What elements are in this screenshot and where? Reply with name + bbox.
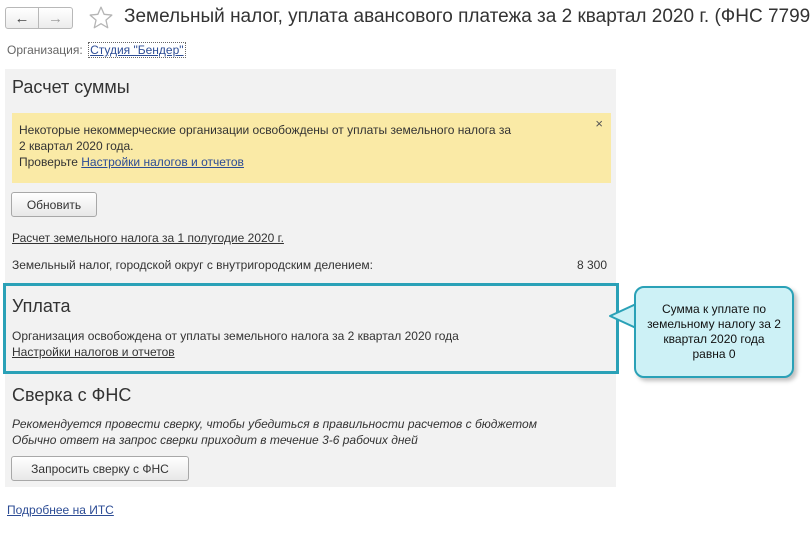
page-title: Земельный налог, уплата авансового плате… [124, 6, 810, 27]
reconciliation-note-2: Обычно ответ на запрос сверки приходит в… [12, 433, 418, 447]
arrow-left-icon: ← [14, 9, 30, 27]
close-icon[interactable]: × [595, 116, 603, 132]
callout-note: Сумма к уплате по земельному налогу за 2… [634, 286, 794, 378]
organization-label: Организация: [7, 43, 83, 57]
warning-line-3: Проверьте Настройки налогов и отчетов [19, 154, 604, 170]
its-more-link[interactable]: Подробнее на ИТС [7, 503, 114, 517]
calc-section-title: Расчет суммы [12, 77, 130, 97]
organization-row: Организация: Студия "Бендер" [7, 42, 186, 58]
calc-report-link[interactable]: Расчет земельного налога за 1 полугодие … [12, 231, 284, 245]
payment-highlight-frame [3, 283, 619, 374]
refresh-button[interactable]: Обновить [11, 192, 97, 217]
organization-link[interactable]: Студия "Бендер" [88, 42, 186, 58]
tax-value: 8 300 [577, 258, 608, 272]
callout-text: Сумма к уплате по земельному налогу за 2… [647, 302, 781, 361]
main-panel: Расчет суммы Некоторые некоммерческие ор… [5, 69, 616, 487]
warning-check-text: Проверьте [19, 155, 78, 169]
warning-line-2: 2 квартал 2020 года. [19, 139, 134, 153]
warning-line-1: Некоторые некоммерческие организации осв… [19, 123, 512, 137]
arrow-right-icon: → [48, 9, 63, 27]
warning-box: Некоторые некоммерческие организации осв… [12, 113, 611, 183]
request-reconciliation-button[interactable]: Запросить сверку с ФНС [11, 456, 189, 481]
navigation-buttons: ← → [5, 7, 73, 29]
reconciliation-section-title: Сверка с ФНС [12, 385, 132, 405]
star-outline-icon[interactable] [88, 5, 114, 36]
tax-label: Земельный налог, городской округ с внутр… [12, 258, 373, 272]
back-button[interactable]: ← [5, 7, 39, 29]
warning-settings-link[interactable]: Настройки налогов и отчетов [81, 155, 244, 169]
reconciliation-note-1: Рекомендуется провести сверку, чтобы убе… [12, 417, 537, 431]
forward-button[interactable]: → [39, 7, 73, 29]
